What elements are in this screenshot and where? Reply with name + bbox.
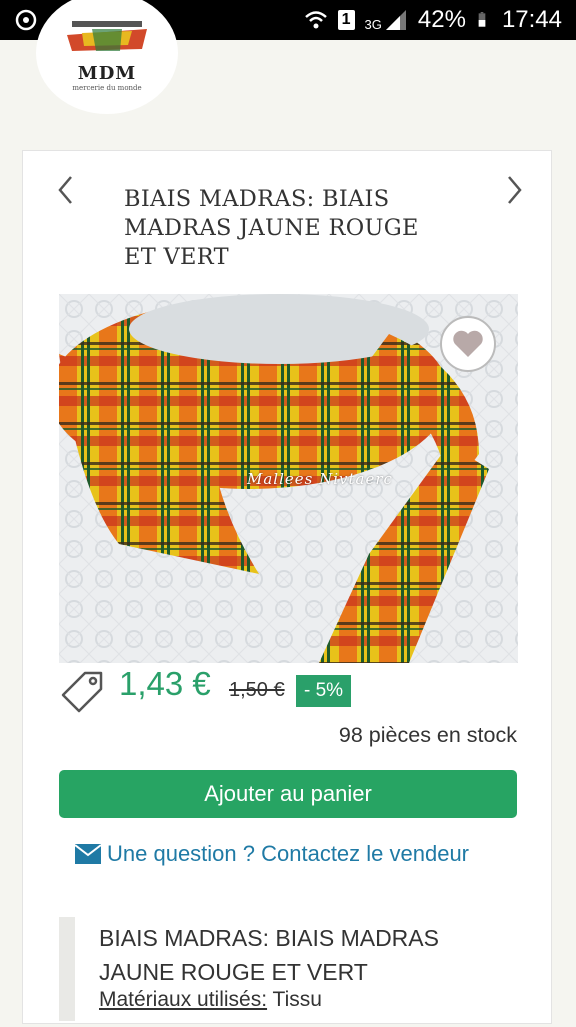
- sim-indicator: 1: [337, 10, 355, 30]
- battery-icon: [478, 12, 486, 27]
- envelope-icon: [75, 844, 101, 864]
- clock: 17:44: [501, 6, 562, 33]
- materials-line: Matériaux utilisés: Tissu: [99, 988, 322, 1012]
- heart-icon: [453, 330, 483, 357]
- network-type: 3G: [364, 17, 382, 32]
- price-row: 1,43 € 1,50 € - 5%: [59, 663, 519, 713]
- battery-percent: 42%: [417, 6, 466, 33]
- product-card: BIAIS MADRAS: BIAIS MADRAS JAUNE ROUGE E…: [22, 150, 552, 1024]
- logo-graphic: [67, 20, 147, 51]
- contact-seller-link[interactable]: Une question ? Contactez le vendeur: [75, 841, 469, 867]
- chevron-right-icon[interactable]: [501, 173, 527, 207]
- product-title: BIAIS MADRAS: BIAIS MADRAS JAUNE ROUGE E…: [124, 186, 419, 270]
- description-section: BIAIS MADRAS: BIAIS MADRAS JAUNE ROUGE E…: [59, 917, 517, 1027]
- materials-label: Matériaux utilisés:: [99, 988, 268, 1011]
- price-tag-icon: [61, 671, 103, 713]
- discount-badge: - 5%: [296, 675, 352, 707]
- shop-logo[interactable]: MDM mercerie du monde: [36, 0, 178, 114]
- description-accent-bar: [59, 917, 75, 1021]
- materials-value: Tissu: [267, 988, 322, 1011]
- product-image[interactable]: Mallees Nivtaerc: [59, 294, 518, 663]
- price-current: 1,43 €: [119, 665, 211, 702]
- image-watermark: Mallees Nivtaerc: [247, 470, 393, 488]
- alarm-icon: [15, 9, 37, 31]
- wifi-icon: [304, 11, 327, 29]
- logo-subtitle: mercerie du monde: [72, 83, 142, 92]
- description-title: BIAIS MADRAS: BIAIS MADRAS JAUNE ROUGE E…: [99, 925, 439, 985]
- add-to-cart-button[interactable]: Ajouter au panier: [59, 770, 517, 818]
- signal-indicator: 3G: [365, 8, 408, 32]
- contact-seller-label: Une question ? Contactez le vendeur: [107, 841, 470, 866]
- logo-text: MDM: [77, 62, 137, 84]
- signal-icon: [385, 10, 406, 30]
- chevron-left-icon[interactable]: [53, 173, 79, 207]
- stock-info: 98 pièces en stock: [338, 723, 517, 747]
- favorite-button[interactable]: [440, 316, 496, 372]
- price-old: 1,50 €: [229, 679, 285, 701]
